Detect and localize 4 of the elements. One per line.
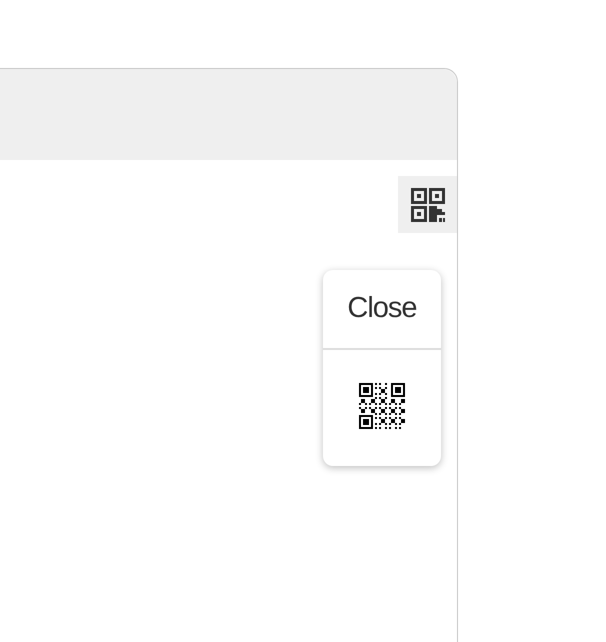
close-button[interactable]: Close	[323, 270, 441, 350]
qr-code-icon	[359, 383, 405, 429]
qr-code-icon	[408, 186, 446, 224]
qr-code-button[interactable]	[398, 176, 457, 233]
